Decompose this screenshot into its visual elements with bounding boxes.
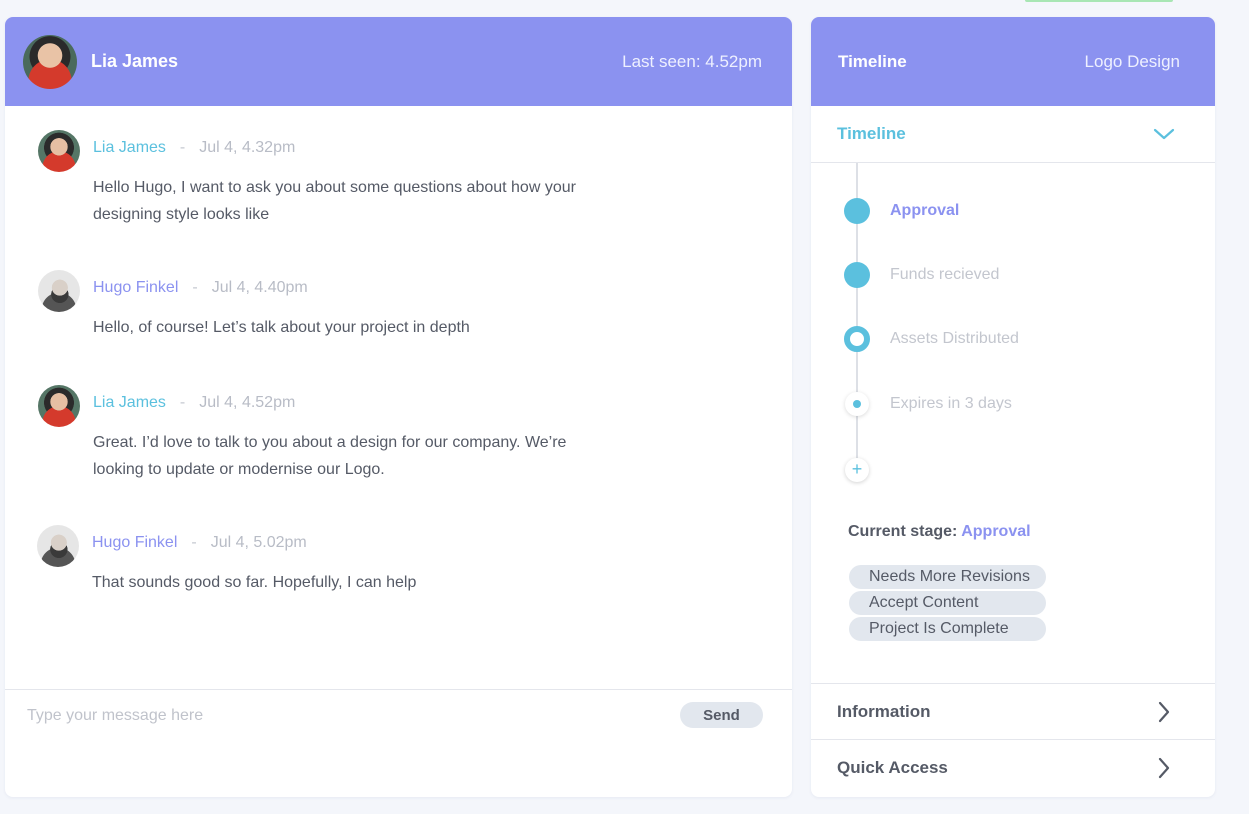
- message-time: Jul 4, 4.32pm: [199, 139, 296, 156]
- accept-content-button[interactable]: Accept Content: [849, 591, 1046, 615]
- message-item: Lia James - Jul 4, 4.32pm Hello Hugo, I wa…: [5, 128, 792, 228]
- information-section[interactable]: Information: [811, 684, 1215, 740]
- message-composer: Send: [5, 689, 792, 797]
- step-dot-completed: [844, 198, 870, 224]
- message-author[interactable]: Lia James: [93, 394, 166, 411]
- current-stage-value: Approval: [961, 523, 1031, 540]
- project-name: Logo Design: [1084, 51, 1180, 71]
- chevron-right-icon[interactable]: [1153, 701, 1175, 723]
- timeline-step-label[interactable]: Expires in 3 days: [890, 394, 1012, 414]
- meta-separator: -: [191, 534, 197, 551]
- needs-revisions-button[interactable]: Needs More Revisions: [849, 565, 1046, 589]
- current-stage-label: Current stage:: [848, 523, 958, 540]
- message-text: Hello, of course! Let’s talk about your …: [93, 319, 470, 336]
- message-author[interactable]: Lia James: [93, 139, 166, 156]
- chat-header: Lia James Last seen: 4.52pm: [5, 17, 792, 106]
- plus-icon[interactable]: +: [845, 458, 869, 482]
- meta-separator: -: [179, 139, 186, 156]
- quick-access-label: Quick Access: [837, 758, 948, 777]
- timeline-panel-header: Timeline Logo Design: [811, 17, 1215, 106]
- information-label: Information: [837, 701, 931, 721]
- timeline-step-label[interactable]: Approval: [890, 201, 959, 221]
- meta-separator: -: [179, 394, 186, 411]
- timeline-body: Approval Funds recieved Assets Distribut…: [811, 163, 1215, 684]
- current-stage: Current stage: Approval: [848, 523, 1031, 541]
- message-item: Hugo Finkel - Jul 4, 5.02pm That sounds go…: [5, 523, 792, 596]
- author-avatar[interactable]: [38, 385, 80, 427]
- message-input[interactable]: [25, 702, 589, 730]
- chevron-right-icon[interactable]: [1153, 757, 1175, 779]
- top-accent-strip: [1025, 0, 1173, 2]
- timeline-panel: Timeline Logo Design Timeline Approval F…: [811, 17, 1215, 797]
- meta-separator: -: [192, 279, 198, 296]
- message-time: Jul 4, 5.02pm: [210, 534, 307, 551]
- step-dot-inner: [853, 400, 861, 408]
- message-author[interactable]: Hugo Finkel: [93, 279, 178, 296]
- panel-title: Timeline: [838, 51, 907, 71]
- chat-panel: Lia James Last seen: 4.52pm Lia James - Ju…: [5, 17, 792, 797]
- last-seen-status: Last seen: 4.52pm: [622, 51, 762, 71]
- message-item: Lia James - Jul 4, 4.52pm Great. I’d love …: [5, 383, 792, 483]
- quick-access-section[interactable]: Quick Access: [811, 740, 1215, 796]
- step-dot-completed: [844, 262, 870, 288]
- message-text: Great. I’d love to talk to you about a d…: [93, 434, 567, 478]
- message-time: Jul 4, 4.40pm: [211, 279, 308, 296]
- message-time: Jul 4, 4.52pm: [199, 394, 296, 411]
- author-avatar[interactable]: [38, 270, 80, 312]
- timeline-section-toggle[interactable]: Timeline: [811, 106, 1215, 163]
- project-complete-button[interactable]: Project Is Complete: [849, 617, 1046, 641]
- timeline-section-label: Timeline: [837, 124, 906, 143]
- timeline-step-label[interactable]: Funds recieved: [890, 265, 999, 285]
- message-author[interactable]: Hugo Finkel: [92, 534, 177, 551]
- message-item: Hugo Finkel - Jul 4, 4.40pm Hello, of cour…: [5, 268, 792, 341]
- author-avatar[interactable]: [37, 525, 79, 567]
- timeline-step-label[interactable]: Assets Distributed: [890, 329, 1019, 349]
- author-avatar[interactable]: [38, 130, 80, 172]
- contact-name: Lia James: [91, 51, 179, 71]
- message-text: That sounds good so far. Hopefully, I ca…: [92, 574, 417, 591]
- step-dot-current: [844, 326, 870, 352]
- send-button[interactable]: Send: [680, 702, 763, 728]
- contact-avatar[interactable]: [23, 34, 77, 89]
- chevron-down-icon[interactable]: [1153, 123, 1175, 145]
- message-list: Lia James - Jul 4, 4.32pm Hello Hugo, I wa…: [5, 106, 792, 596]
- stage-actions: Needs More Revisions Accept Content Proj…: [849, 565, 1046, 643]
- message-text: Hello Hugo, I want to ask you about some…: [93, 179, 576, 223]
